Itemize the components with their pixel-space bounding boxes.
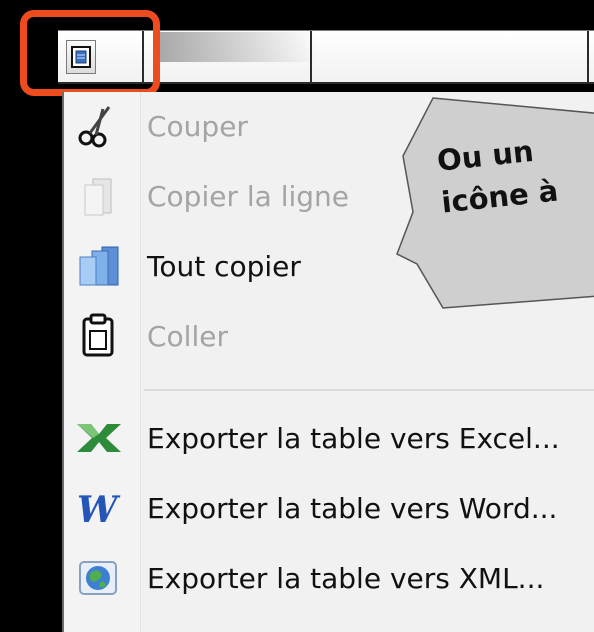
menu-item-label: Exporter la table vers Word... (147, 492, 558, 525)
header-shading (158, 32, 318, 62)
table-menu-icon (71, 46, 91, 68)
copy-all-icon (72, 242, 124, 290)
table-menu-button[interactable] (66, 40, 96, 74)
menu-item-export-word[interactable]: W Exporter la table vers Word... (64, 478, 594, 538)
menu-item-export-excel[interactable]: Exporter la table vers Excel... (64, 408, 594, 468)
excel-icon (72, 414, 124, 462)
menu-item-label: Exporter la table vers XML... (147, 562, 545, 595)
menu-item-label: Exporter la table vers Excel... (147, 422, 560, 455)
menu-item-label: Couper (147, 110, 248, 143)
column-divider (142, 31, 144, 82)
menu-separator (144, 389, 594, 391)
menu-item-label: Coller (147, 320, 228, 353)
copy-row-icon (72, 172, 124, 220)
menu-item-export-xml[interactable]: Exporter la table vers XML... (64, 548, 594, 608)
xml-globe-icon (72, 554, 124, 602)
scissors-icon (72, 102, 124, 150)
menu-item-label: Copier la ligne (147, 180, 350, 213)
table-header-row (58, 30, 594, 84)
callout-line-1: Ou un (435, 133, 536, 178)
menu-item-label: Tout copier (147, 250, 301, 283)
column-divider[interactable] (310, 31, 312, 82)
callout-line-2: icône à (439, 173, 560, 220)
column-divider[interactable] (587, 31, 589, 82)
word-icon: W (72, 484, 124, 532)
svg-text:W: W (77, 489, 121, 528)
clipboard-icon (72, 312, 124, 360)
